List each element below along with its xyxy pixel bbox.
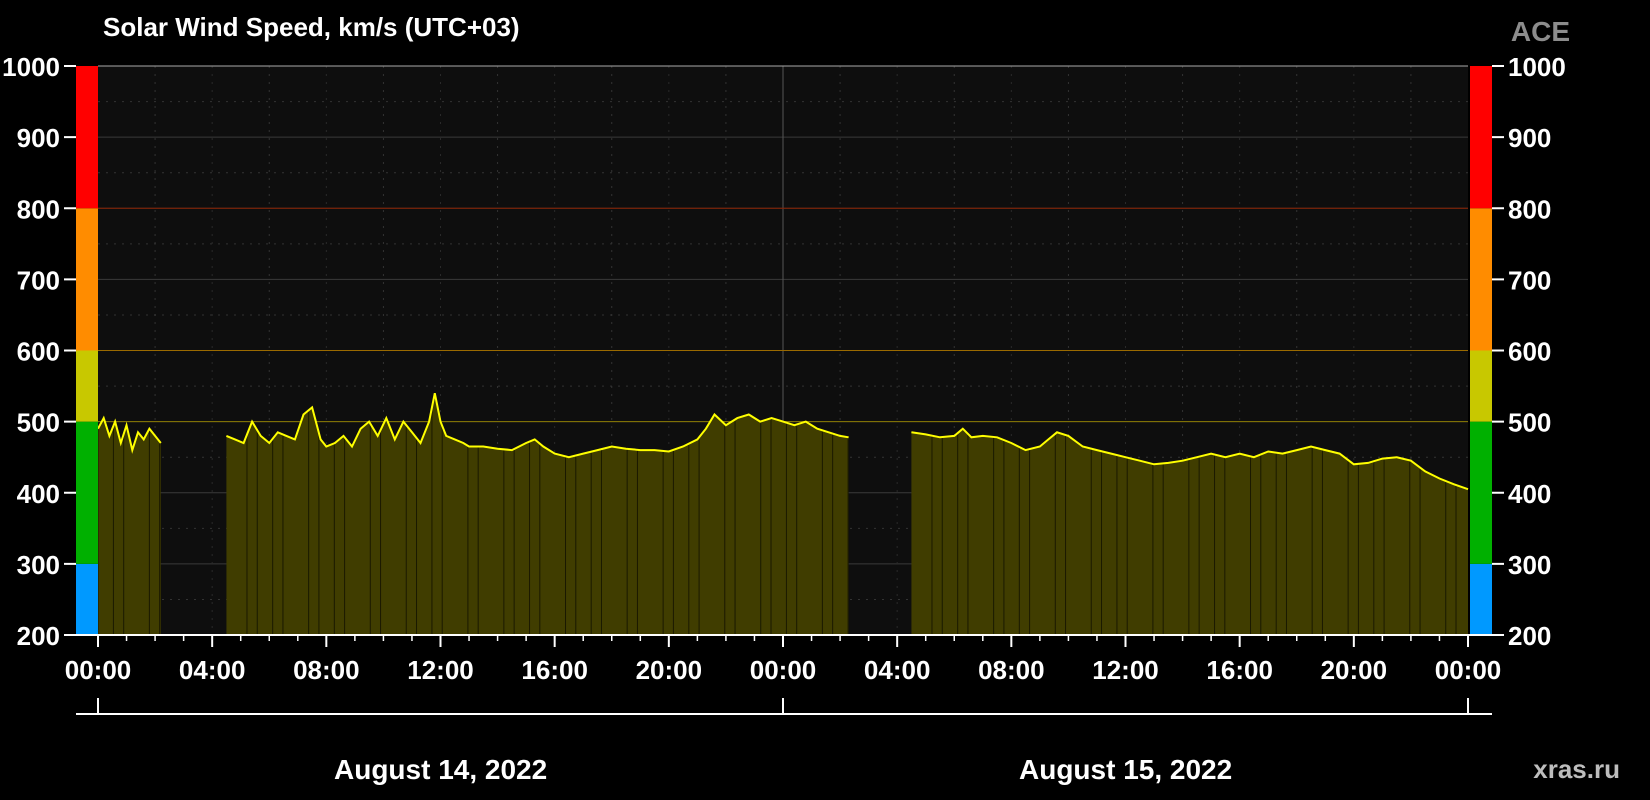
date-label-aug-15: August 15, 2022 (1019, 754, 1233, 785)
date-label-aug-14: August 14, 2022 (334, 754, 548, 785)
solar-wind-chart: 200 200 300 300 400 400 500 500 600 600 700 700 800 8… (2, 52, 1566, 715)
y-tick-label-right: 700 (1508, 265, 1551, 295)
y-tick-label-left: 300 (17, 550, 60, 580)
x-tick-label: 00:00 (1435, 655, 1502, 685)
y-tick-label-left: 500 (17, 408, 60, 438)
color-scale-left (76, 563, 98, 635)
y-tick-label-left: 400 (17, 479, 60, 509)
x-tick-label: 16:00 (521, 655, 588, 685)
color-scale-right (1470, 350, 1492, 422)
y-tick-label-left: 1000 (2, 52, 60, 82)
x-tick-label: 08:00 (293, 655, 360, 685)
y-tick-label-left: 200 (17, 621, 60, 651)
y-tick-label-right: 1000 (1508, 52, 1566, 82)
y-tick-label-left: 600 (17, 337, 60, 367)
site-label: xras.ru (1533, 754, 1620, 784)
y-tick-label-right: 300 (1508, 550, 1551, 580)
x-tick-label: 00:00 (750, 655, 817, 685)
color-scale-left (76, 66, 98, 209)
x-tick-label: 04:00 (864, 655, 931, 685)
chart-title: Solar Wind Speed, km/s (UTC+03) (103, 12, 520, 42)
x-tick-label: 12:00 (407, 655, 474, 685)
color-scale-left (76, 350, 98, 422)
speed-area-segment (98, 418, 161, 635)
color-scale-right (1470, 208, 1492, 351)
x-tick-label: 16:00 (1206, 655, 1273, 685)
y-tick-label-right: 600 (1508, 337, 1551, 367)
plot-layer (97, 66, 1469, 635)
color-scale-left (76, 421, 98, 564)
y-tick-label-left: 800 (17, 194, 60, 224)
x-tick-label: 20:00 (1321, 655, 1388, 685)
x-tick-label: 00:00 (65, 655, 132, 685)
color-scale-right (1470, 563, 1492, 635)
color-scale-right (1470, 66, 1492, 209)
y-tick-label-right: 400 (1508, 479, 1551, 509)
x-tick-label: 08:00 (978, 655, 1045, 685)
y-tick-label-right: 200 (1508, 621, 1551, 651)
y-tick-label-right: 500 (1508, 408, 1551, 438)
y-tick-label-left: 900 (17, 123, 60, 153)
color-scale-right (1470, 421, 1492, 564)
color-scale-left (76, 208, 98, 351)
x-tick-label: 20:00 (636, 655, 703, 685)
y-tick-label-right: 900 (1508, 123, 1551, 153)
y-tick-label-left: 700 (17, 265, 60, 295)
source-label: ACE (1510, 16, 1570, 47)
y-tick-label-right: 800 (1508, 194, 1551, 224)
x-tick-label: 12:00 (1092, 655, 1159, 685)
x-tick-label: 04:00 (179, 655, 246, 685)
